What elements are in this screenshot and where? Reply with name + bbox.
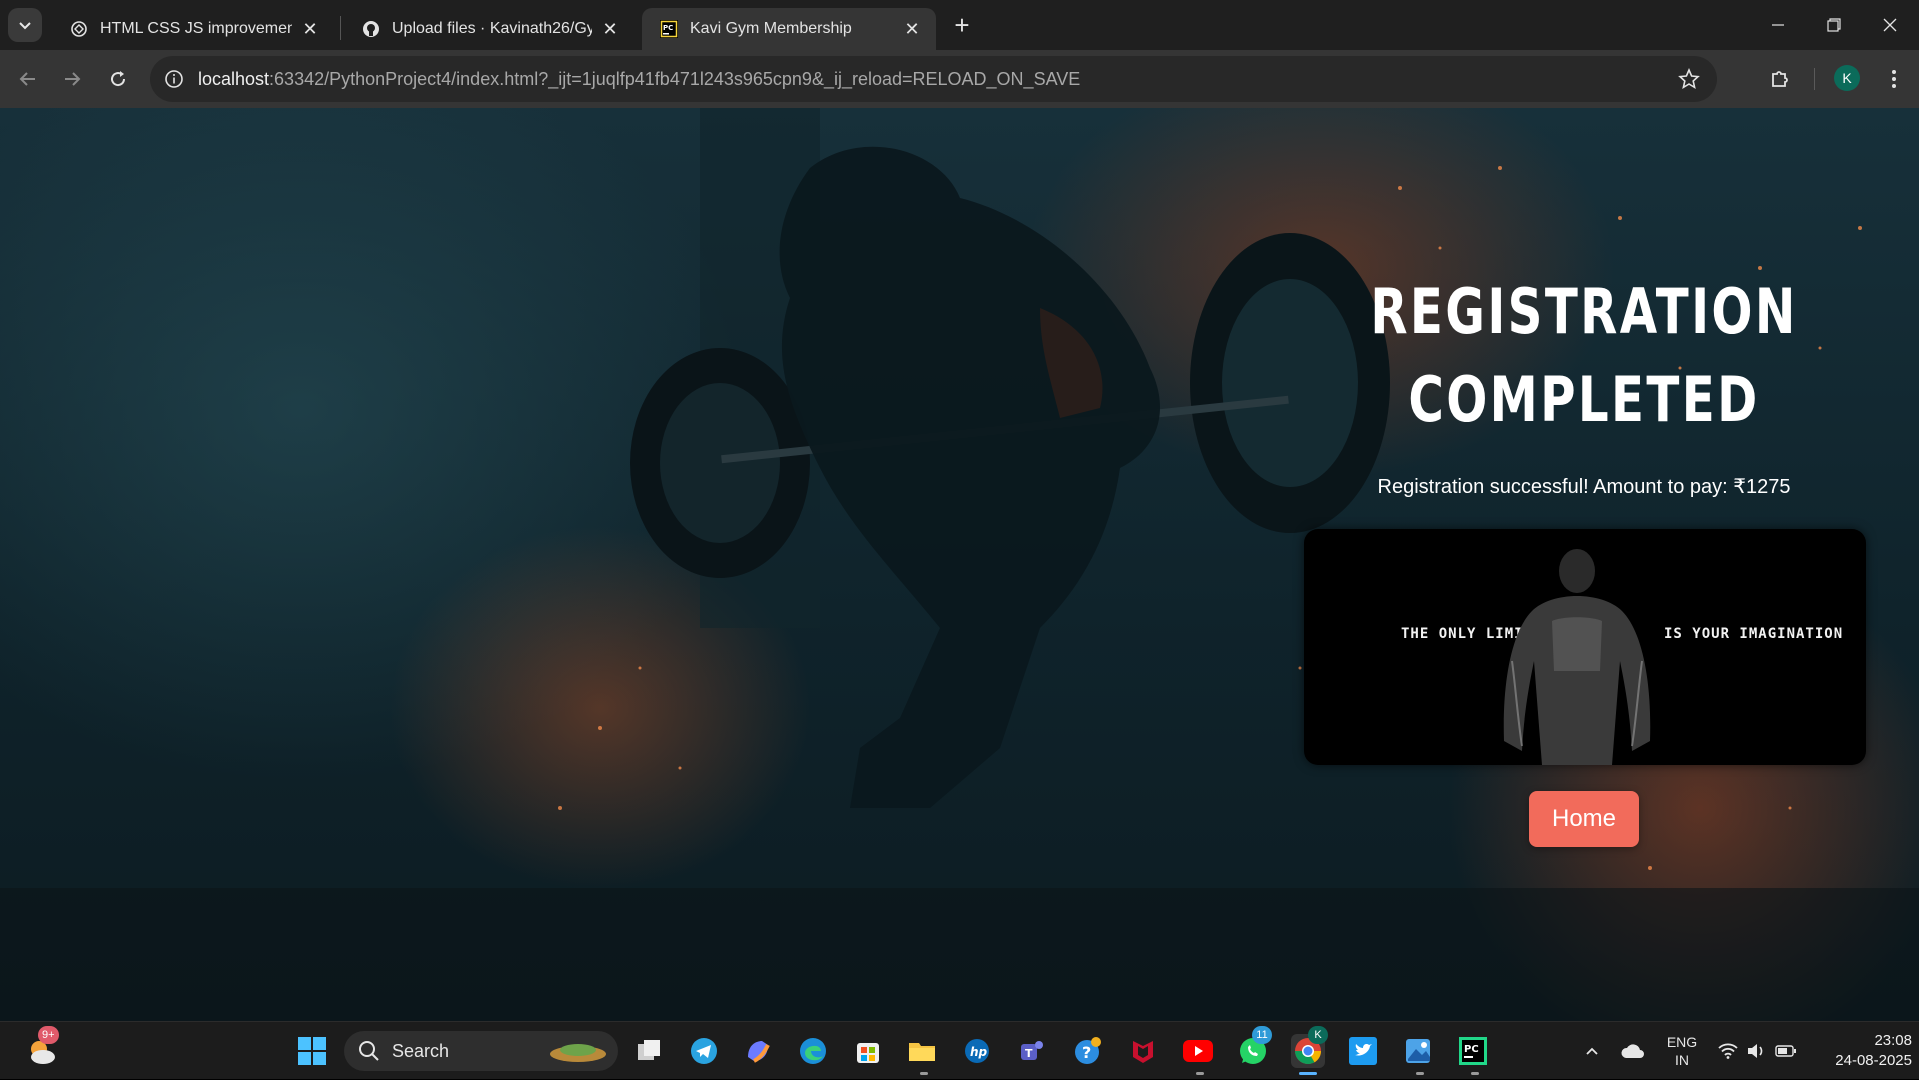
battery-icon[interactable] [1772, 1022, 1800, 1080]
pycharm-taskbar-icon[interactable]: PC [1456, 1034, 1490, 1068]
reload-icon [111, 71, 126, 87]
restore-button[interactable] [1806, 0, 1862, 50]
arrow-right-icon [65, 72, 81, 86]
arrow-left-icon [19, 72, 35, 86]
tab-kavi-gym[interactable]: PC Kavi Gym Membership ✕ [642, 8, 936, 50]
tab-divider [340, 16, 341, 40]
windows-taskbar: 9+ Search hp T ? 11 K PC ENG IN 23:08 24… [0, 1021, 1919, 1079]
svg-text:PC: PC [663, 24, 673, 32]
start-button[interactable] [295, 1034, 329, 1068]
taskbar-clock[interactable]: 23:08 24-08-2025 [1812, 1031, 1912, 1071]
registration-title-line2: COMPLETED [1408, 363, 1760, 436]
back-button[interactable] [10, 61, 46, 97]
running-indicator [920, 1072, 928, 1075]
pycharm-icon: PC [660, 20, 678, 38]
search-highlight-icon [550, 1044, 606, 1062]
teams-icon[interactable]: T [1015, 1034, 1049, 1068]
volume-icon[interactable] [1744, 1022, 1768, 1080]
whatsapp-badge: 11 [1252, 1026, 1272, 1044]
profile-avatar[interactable]: K [1834, 65, 1860, 91]
url-text: localhost:63342/PythonProject4/index.htm… [198, 69, 1080, 90]
file-explorer-icon[interactable] [905, 1034, 939, 1068]
extensions-button[interactable] [1764, 63, 1796, 95]
tab-title: HTML CSS JS improvements [100, 20, 292, 37]
home-button[interactable]: Home [1529, 791, 1639, 847]
running-indicator [1416, 1072, 1424, 1075]
wifi-icon[interactable] [1716, 1022, 1740, 1080]
site-info-icon[interactable] [160, 65, 188, 93]
edge-icon[interactable] [796, 1034, 830, 1068]
svg-text:?: ? [1082, 1043, 1091, 1062]
hp-icon[interactable]: hp [960, 1034, 994, 1068]
photos-icon[interactable] [1401, 1034, 1435, 1068]
close-icon[interactable]: ✕ [600, 19, 620, 39]
weather-badge: 9+ [38, 1026, 59, 1044]
restore-icon [1827, 18, 1841, 32]
language-line1: ENG [1666, 1034, 1698, 1050]
tab-html-css-js[interactable]: HTML CSS JS improvements ✕ [52, 8, 334, 50]
puzzle-icon [1772, 71, 1788, 87]
registration-panel: REGISTRATION COMPLETED Registration succ… [1304, 268, 1866, 847]
get-help-icon[interactable]: ? [1071, 1034, 1105, 1068]
search-label: Search [392, 1040, 450, 1061]
svg-text:hp: hp [970, 1045, 988, 1059]
telegram-icon[interactable] [687, 1034, 721, 1068]
language-line2: IN [1675, 1052, 1689, 1068]
github-icon [362, 20, 380, 38]
taskbar-search[interactable]: Search [344, 1031, 618, 1071]
bookmark-star-icon[interactable] [1677, 67, 1701, 91]
page-viewport: REGISTRATION COMPLETED Registration succ… [0, 108, 1919, 1021]
youtube-icon[interactable] [1181, 1034, 1215, 1068]
onedrive-icon[interactable] [1618, 1022, 1648, 1080]
mcafee-icon[interactable] [1126, 1034, 1160, 1068]
language-indicator[interactable]: ENG IN [1662, 1022, 1702, 1080]
chatgpt-icon [70, 20, 88, 38]
search-icon [359, 1041, 379, 1061]
registration-message: Registration successful! Amount to pay: … [1377, 476, 1791, 498]
clock-date: 24-08-2025 [1835, 1052, 1912, 1069]
minimize-icon [1772, 24, 1784, 26]
running-indicator [1471, 1072, 1479, 1075]
clock-time: 23:08 [1874, 1032, 1912, 1049]
address-bar[interactable]: localhost:63342/PythonProject4/index.htm… [150, 56, 1717, 102]
browser-toolbar: localhost:63342/PythonProject4/index.htm… [0, 50, 1919, 108]
chevron-up-icon [1586, 1047, 1598, 1055]
windows-logo-icon [298, 1037, 326, 1065]
close-icon[interactable]: ✕ [300, 19, 320, 39]
microsoft-store-icon[interactable] [851, 1034, 885, 1068]
browser-menu-button[interactable] [1878, 63, 1910, 95]
poster-text-right: IS YOUR IMAGINATION [1664, 626, 1844, 642]
show-hidden-icons-button[interactable] [1580, 1022, 1604, 1080]
bodybuilder-silhouette-icon [1503, 549, 1651, 765]
url-path: :63342/PythonProject4/index.html?_ijt=1j… [269, 68, 1081, 89]
close-window-button[interactable] [1862, 0, 1918, 50]
close-icon [1883, 18, 1897, 32]
browser-tab-strip: HTML CSS JS improvements ✕ Upload files … [0, 0, 1919, 50]
reload-button[interactable] [100, 61, 136, 97]
minimize-button[interactable] [1750, 0, 1806, 50]
running-indicator [1196, 1072, 1204, 1075]
tab-title: Upload files · Kavinath26/Gym_ [392, 20, 592, 37]
forward-button[interactable] [54, 61, 90, 97]
chevron-down-icon [19, 22, 31, 30]
chrome-profile-badge: K [1308, 1026, 1328, 1044]
url-host: localhost [198, 68, 270, 89]
toolbar-divider [1814, 68, 1815, 90]
twitter-icon[interactable] [1346, 1034, 1380, 1068]
task-view-icon[interactable] [632, 1034, 666, 1068]
tab-search-button[interactable] [8, 8, 42, 42]
svg-text:T: T [1025, 1047, 1033, 1060]
tab-title: Kavi Gym Membership [690, 20, 852, 37]
copilot-icon[interactable] [741, 1034, 775, 1068]
close-icon[interactable]: ✕ [902, 19, 922, 39]
registration-title-line1: REGISTRATION [1370, 275, 1798, 348]
motivation-poster: THE ONLY LIMIT IS YOUR IMAGINATION [1304, 529, 1866, 765]
tab-upload-files[interactable]: Upload files · Kavinath26/Gym_ ✕ [344, 8, 634, 50]
svg-text:PC: PC [1464, 1044, 1479, 1055]
new-tab-button[interactable]: + [947, 10, 977, 40]
more-vertical-icon [1892, 70, 1896, 88]
running-indicator-active [1299, 1072, 1317, 1075]
